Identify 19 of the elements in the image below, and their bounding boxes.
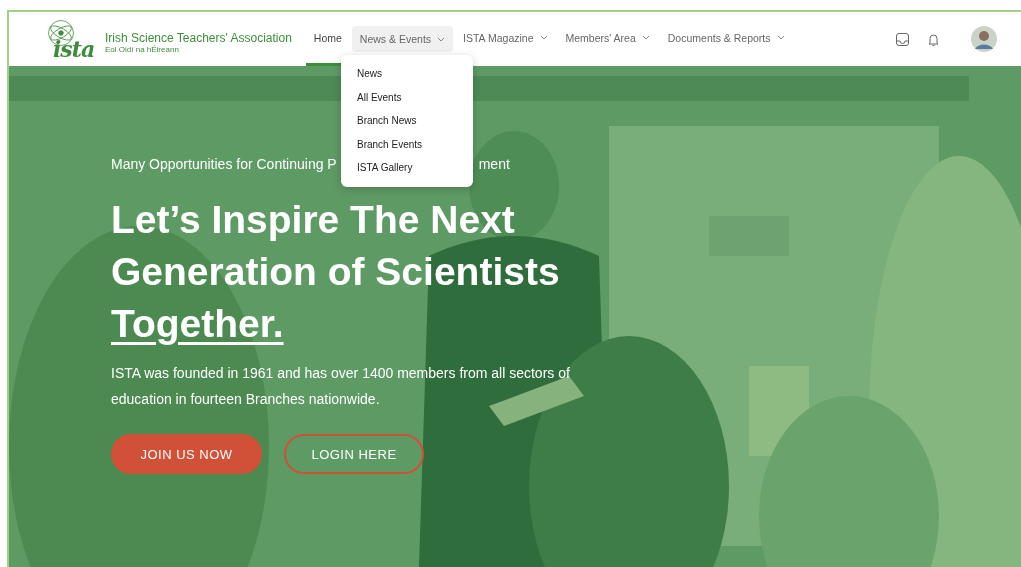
hero-description: ISTA was founded in 1961 and has over 1400 members from all sectors of education in fourteen Branches nationwide.: [111, 364, 571, 409]
hero-kicker: Many Opportunities for Continuing P: [111, 156, 337, 174]
dropdown-item[interactable]: Branch News: [341, 109, 473, 133]
site-subtitle: Eol Oidí na hÉireann: [105, 44, 180, 54]
hero-kicker: ment: [478, 156, 510, 174]
bell-icon[interactable]: [926, 31, 941, 47]
logo-wordmark[interactable]: ista: [53, 38, 95, 60]
nav-item[interactable]: News & Events: [351, 26, 454, 52]
inbox-icon[interactable]: [895, 31, 910, 47]
nav-item[interactable]: Documents & Reports: [659, 12, 793, 66]
dropdown-item[interactable]: Branch Events: [341, 132, 473, 156]
dropdown-item[interactable]: All Events: [341, 85, 473, 109]
avatar[interactable]: [971, 26, 997, 52]
nav-item[interactable]: Members' Area: [557, 12, 658, 66]
login-button[interactable]: LOGIN HERE: [284, 434, 424, 474]
hero-heading: Let’s Inspire The Next Generation of Scientists Together.: [111, 197, 561, 347]
site-title: Irish Science Teachers' Association: [105, 30, 292, 45]
dropdown-item[interactable]: ISTA Gallery: [341, 156, 473, 180]
join-button[interactable]: JOIN US NOW: [111, 434, 262, 474]
